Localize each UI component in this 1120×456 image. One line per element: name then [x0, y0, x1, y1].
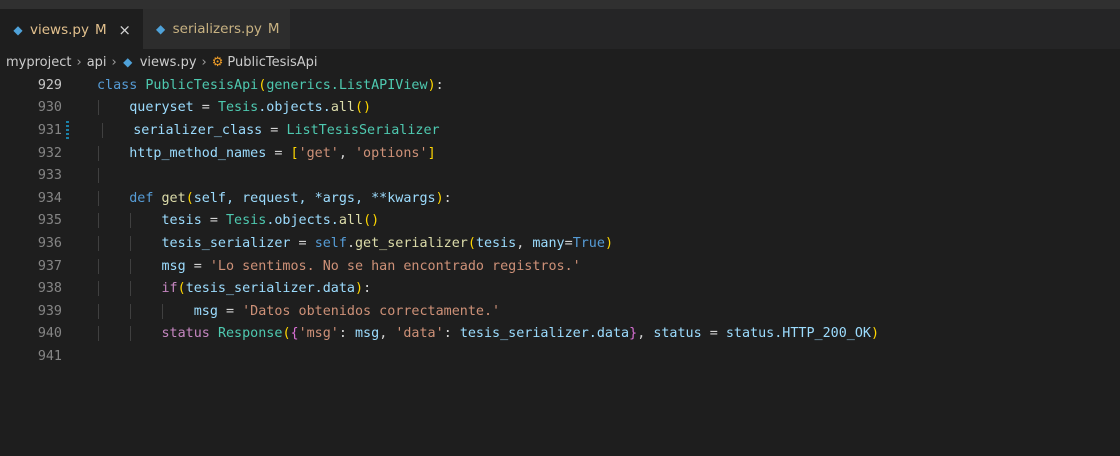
code-text: tesis = Tesis.objects.all() [97, 213, 379, 229]
code-line: 941 [0, 345, 1120, 368]
line-number: 935 [37, 213, 62, 229]
tab-label: views.py [30, 21, 89, 38]
code-text: queryset = Tesis.objects.all() [97, 100, 371, 116]
code-text: tesis_serializer = self.get_serializer(t… [97, 235, 613, 251]
modified-badge: M [94, 21, 107, 38]
python-file-icon: ◆ [123, 55, 133, 69]
code-text: serializer_class = ListTesisSerializer [101, 122, 440, 138]
code-line: 932 http_method_names = ['get', 'options… [0, 142, 1120, 165]
code-text: def get(self, request, *args, **kwargs): [97, 190, 452, 206]
chevron-right-icon: › [76, 54, 82, 70]
breadcrumb-item-myproject[interactable]: myproject [6, 55, 71, 70]
code-line: 937 msg = 'Lo sentimos. No se han encont… [0, 255, 1120, 278]
code-text: if(tesis_serializer.data): [97, 281, 371, 297]
code-line: 929 class PublicTesisApi(generics.ListAP… [0, 74, 1120, 97]
title-strip [0, 0, 1120, 9]
line-number: 941 [37, 348, 62, 364]
breadcrumb-item-class[interactable]: PublicTesisApi [227, 55, 317, 70]
code-line: 938 if(tesis_serializer.data): [0, 277, 1120, 300]
modified-line-indicator[interactable] [66, 121, 69, 140]
code-line: 940 status Response({'msg': msg, 'data':… [0, 323, 1120, 346]
line-number: 940 [37, 326, 62, 342]
line-number: 930 [37, 100, 62, 116]
code-line: 935 tesis = Tesis.objects.all() [0, 210, 1120, 233]
close-icon[interactable]: × [117, 21, 133, 39]
code-text: http_method_names = ['get', 'options'] [97, 145, 436, 161]
python-file-icon: ◆ [156, 22, 166, 36]
tab-bar: ◆ views.py M × ◆ serializers.py M [0, 9, 1120, 50]
breadcrumb-item-api[interactable]: api [87, 55, 107, 70]
line-number: 932 [37, 145, 62, 161]
code-text: msg = 'Lo sentimos. No se han encontrado… [97, 258, 581, 274]
code-text: status Response({'msg': msg, 'data': tes… [97, 326, 879, 342]
tab-views-py[interactable]: ◆ views.py M × [0, 9, 143, 49]
code-line: 930 queryset = Tesis.objects.all() [0, 97, 1120, 120]
code-line: 934 def get(self, request, *args, **kwar… [0, 187, 1120, 210]
line-number: 939 [37, 303, 62, 319]
tab-serializers-py[interactable]: ◆ serializers.py M [142, 9, 290, 49]
code-text: msg = 'Datos obtenidos correctamente.' [97, 303, 500, 319]
code-line: 936 tesis_serializer = self.get_serializ… [0, 232, 1120, 255]
class-symbol-icon: ⚙ [211, 54, 224, 70]
breadcrumb-item-views-py[interactable]: views.py [140, 55, 197, 70]
code-editor[interactable]: 929 class PublicTesisApi(generics.ListAP… [0, 74, 1120, 368]
code-line: 933 [0, 164, 1120, 187]
line-number: 929 [37, 77, 62, 93]
line-number: 931 [37, 122, 62, 138]
breadcrumb: myproject › api › ◆ views.py › ⚙ PublicT… [0, 50, 1120, 74]
modified-badge: M [267, 21, 280, 37]
code-text: class PublicTesisApi(generics.ListAPIVie… [97, 77, 444, 93]
python-file-icon: ◆ [13, 22, 23, 37]
code-text [97, 168, 105, 184]
line-number: 933 [37, 168, 62, 184]
line-number: 936 [37, 235, 62, 251]
chevron-right-icon: › [111, 54, 117, 70]
line-number: 934 [37, 190, 62, 206]
tab-label: serializers.py [172, 21, 262, 37]
editor-window: ◆ views.py M × ◆ serializers.py M myproj… [0, 0, 1120, 456]
chevron-right-icon: › [201, 54, 207, 70]
code-line: 939 msg = 'Datos obtenidos correctamente… [0, 300, 1120, 323]
code-line: 931 serializer_class = ListTesisSerializ… [0, 119, 1120, 142]
line-number: 937 [37, 258, 62, 274]
line-number: 938 [37, 281, 62, 297]
